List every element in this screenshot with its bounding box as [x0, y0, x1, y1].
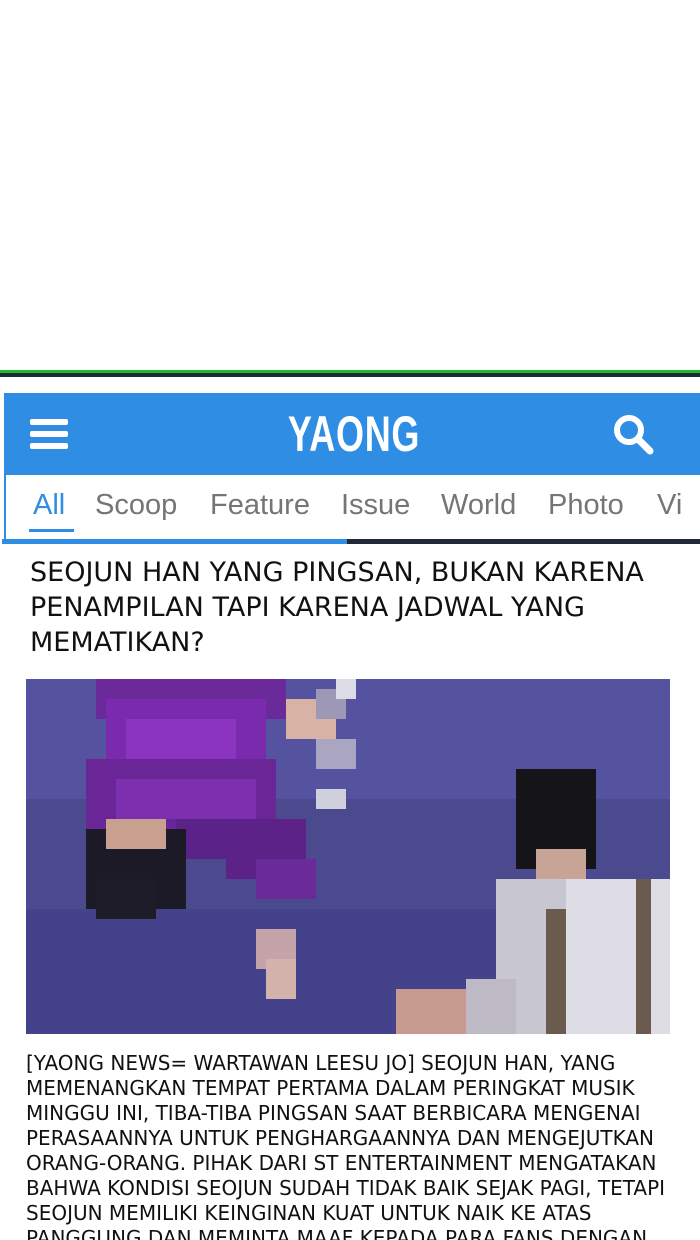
article-headline: SEOJUN HAN YANG PINGSAN, BUKAN KARENA PE…	[30, 557, 644, 658]
tab-world[interactable]: World	[441, 489, 516, 522]
blank-area	[0, 0, 700, 370]
hamburger-menu-icon[interactable]	[30, 417, 68, 451]
tab-feature[interactable]: Feature	[210, 489, 310, 522]
app-header: YAONG NEWS	[4, 393, 700, 536]
tab-video[interactable]: Vi	[657, 489, 682, 522]
tabs-scroll-indicator	[2, 539, 700, 544]
tabs-scroll-thumb	[2, 539, 347, 544]
tab-all[interactable]: All	[33, 489, 65, 522]
tab-issue[interactable]: Issue	[341, 489, 410, 522]
article-photo[interactable]	[26, 679, 670, 1034]
app-logo: YAONG NEWS	[287, 406, 421, 536]
tab-photo[interactable]: Photo	[548, 489, 624, 522]
tab-scoop[interactable]: Scoop	[95, 489, 177, 522]
article-body: [YAONG NEWS= WARTAWAN LEESU JO] SEOJUN H…	[26, 1051, 666, 1240]
search-icon[interactable]	[610, 411, 656, 457]
news-app-screen: YAONG NEWS All Scoop Feature Issue World…	[0, 377, 700, 1240]
category-tabs: All Scoop Feature Issue World Photo Vi	[4, 475, 700, 541]
active-tab-indicator	[29, 529, 74, 532]
